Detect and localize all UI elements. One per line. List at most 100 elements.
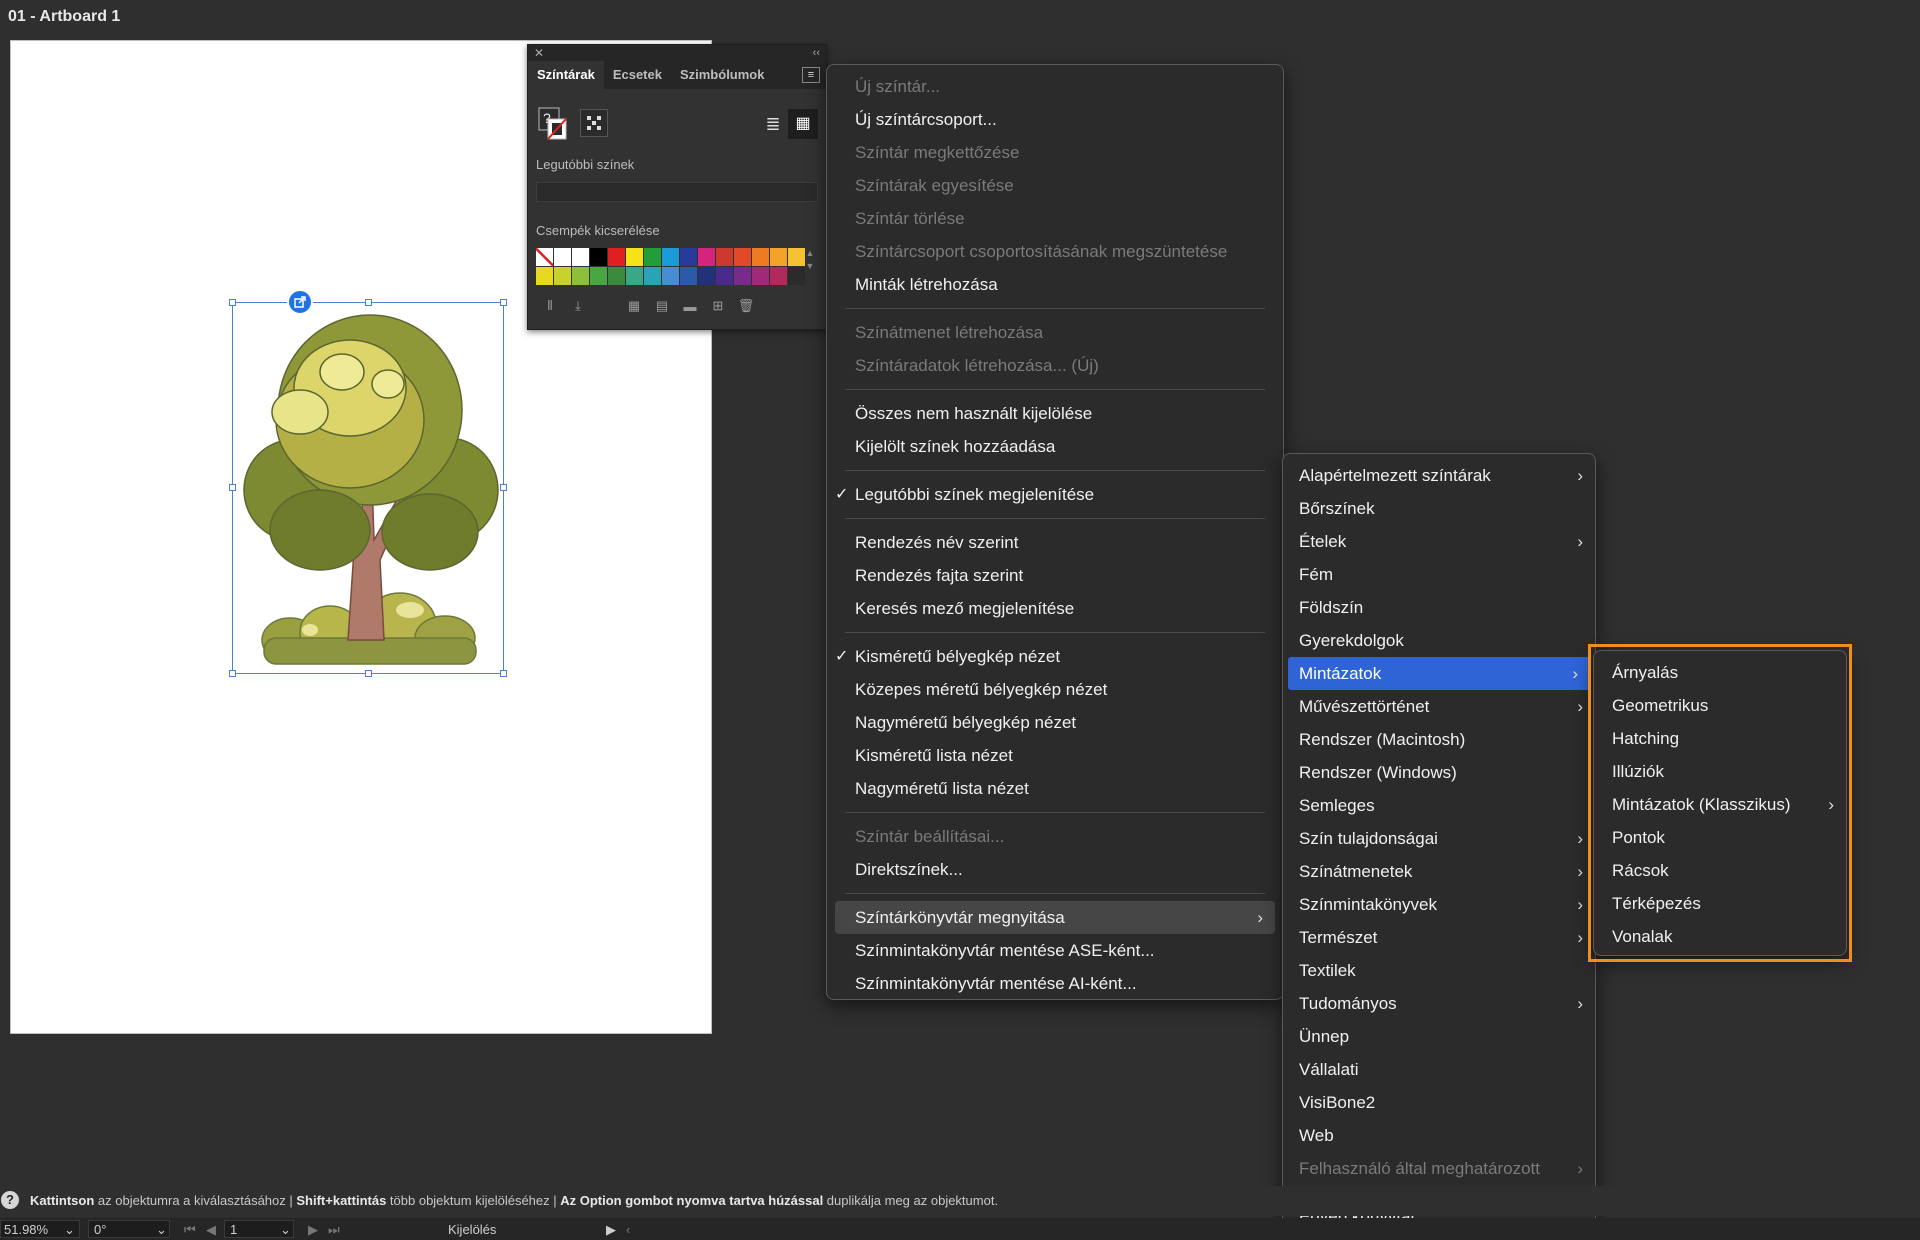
library-menu-item[interactable]: Természet › <box>1283 921 1595 954</box>
library-menu-item[interactable]: Alapértelmezett színtárak › <box>1283 459 1595 492</box>
library-menu-item[interactable]: Tudományos › <box>1283 987 1595 1020</box>
menu-item[interactable]: Direktszínek... <box>827 853 1283 886</box>
tab-brushes[interactable]: Ecsetek <box>604 61 671 89</box>
play-icon[interactable]: ▶ <box>606 1222 616 1238</box>
swatch[interactable] <box>626 267 643 285</box>
swatch[interactable] <box>770 248 787 266</box>
swatch[interactable] <box>608 248 625 266</box>
library-menu-item[interactable]: Rendszer (Windows) <box>1283 756 1595 789</box>
menu-item[interactable]: Nagyméretű bélyegkép nézet <box>827 706 1283 739</box>
last-artboard-icon[interactable]: ⏭ <box>328 1222 340 1238</box>
swatch[interactable] <box>662 248 679 266</box>
swatch-options-icon[interactable]: ▤ <box>648 298 676 314</box>
resize-handle[interactable] <box>500 299 507 306</box>
library-menu-item[interactable]: Színmintakönyvek › <box>1283 888 1595 921</box>
swatch-kind-icon[interactable]: ▦ <box>620 298 648 314</box>
swatch[interactable] <box>590 248 607 266</box>
resize-handle[interactable] <box>229 299 236 306</box>
library-menu-item[interactable]: Bőrszínek <box>1283 492 1595 525</box>
menu-item[interactable]: Rendezés név szerint <box>827 526 1283 559</box>
menu-item[interactable]: Keresés mező megjelenítése <box>827 592 1283 625</box>
library-icon[interactable]: ⫴ <box>536 298 564 314</box>
swatch[interactable] <box>572 248 589 266</box>
resize-handle[interactable] <box>229 484 236 491</box>
swatch[interactable] <box>662 267 679 285</box>
library-menu-item[interactable]: Gyerekdolgok <box>1283 624 1595 657</box>
menu-item[interactable]: Új színtárcsoport... <box>827 103 1283 136</box>
library-menu-item[interactable]: Rendszer (Macintosh) <box>1283 723 1595 756</box>
delete-icon[interactable]: 🗑 <box>732 298 760 314</box>
swatch[interactable] <box>716 267 733 285</box>
tab-symbols[interactable]: Szimbólumok <box>671 61 774 89</box>
swatch[interactable] <box>734 267 751 285</box>
menu-item[interactable]: Színmintakönyvtár mentése AI-ként... <box>827 967 1283 1000</box>
swatch[interactable] <box>554 267 571 285</box>
swatch[interactable] <box>608 267 625 285</box>
library-menu-item[interactable]: Mintázatok › <box>1288 657 1590 690</box>
library-menu-item[interactable]: Fém <box>1283 558 1595 591</box>
swatch[interactable] <box>770 267 787 285</box>
swatch[interactable] <box>680 267 697 285</box>
panel-menu-icon[interactable]: ≡ <box>802 67 820 83</box>
library-menu-item[interactable]: Web <box>1283 1119 1595 1152</box>
resize-handle[interactable] <box>500 484 507 491</box>
previous-artboard-icon[interactable]: ◀ <box>206 1222 216 1238</box>
registration-swatch[interactable] <box>580 109 608 137</box>
swatch[interactable] <box>698 248 715 266</box>
swatch[interactable] <box>680 248 697 266</box>
menu-item[interactable]: Kisméretű lista nézet <box>827 739 1283 772</box>
menu-item[interactable]: ✓ Kisméretű bélyegkép nézet <box>827 640 1283 673</box>
menu-item[interactable]: Színtárkönyvtár megnyitása › <box>835 901 1275 934</box>
library-menu-item[interactable]: Textilek <box>1283 954 1595 987</box>
grid-view-icon[interactable]: ▦ <box>788 109 818 139</box>
library-menu-item[interactable]: VisiBone2 <box>1283 1086 1595 1119</box>
close-icon[interactable]: ✕ <box>534 46 544 60</box>
library-menu-item[interactable]: Szín tulajdonságai › <box>1283 822 1595 855</box>
library-menu-item[interactable]: Ételek › <box>1283 525 1595 558</box>
resize-handle[interactable] <box>365 670 372 677</box>
menu-item[interactable]: Színmintakönyvtár mentése ASE-ként... <box>827 934 1283 967</box>
tab-swatches[interactable]: Színtárak <box>528 61 604 89</box>
resize-handle[interactable] <box>229 670 236 677</box>
swatch[interactable] <box>536 267 553 285</box>
menu-item[interactable]: Kijelölt színek hozzáadása <box>827 430 1283 463</box>
swatch[interactable] <box>698 267 715 285</box>
swatch-scroll-icon[interactable]: ▲ ▼ <box>804 247 816 287</box>
library-menu-item[interactable]: Földszín <box>1283 591 1595 624</box>
quick-action-icon[interactable] <box>287 289 313 315</box>
menu-item[interactable]: Nagyméretű lista nézet <box>827 772 1283 805</box>
library-menu-item[interactable]: Művészettörténet › <box>1283 690 1595 723</box>
selection-bounding-box[interactable] <box>229 299 507 677</box>
list-view-icon[interactable]: ≣ <box>762 113 784 135</box>
menu-item[interactable]: Közepes méretű bélyegkép nézet <box>827 673 1283 706</box>
swatch[interactable] <box>788 267 805 285</box>
swatch[interactable] <box>644 267 661 285</box>
swatch[interactable] <box>752 267 769 285</box>
new-swatch-icon[interactable]: ⊞ <box>704 298 732 314</box>
help-icon[interactable]: ? <box>1 1191 19 1209</box>
swatch[interactable] <box>716 248 733 266</box>
menu-item[interactable]: Minták létrehozása <box>827 268 1283 301</box>
swatch[interactable] <box>590 267 607 285</box>
library-menu-item[interactable]: Semleges <box>1283 789 1595 822</box>
menu-item[interactable]: Összes nem használt kijelölése <box>827 397 1283 430</box>
folder-icon[interactable]: ▬ <box>676 299 704 314</box>
library-menu-item[interactable]: Vállalati <box>1283 1053 1595 1086</box>
swatch[interactable] <box>626 248 643 266</box>
scroll-left-icon[interactable]: ‹ <box>626 1222 630 1237</box>
resize-handle[interactable] <box>365 299 372 306</box>
swatch[interactable] <box>536 248 553 266</box>
menu-item[interactable]: Rendezés fajta szerint <box>827 559 1283 592</box>
next-artboard-icon[interactable]: ▶ <box>308 1222 318 1238</box>
menu-item[interactable]: ✓ Legutóbbi színek megjelenítése <box>827 478 1283 511</box>
library-menu-item[interactable]: Színátmenetek › <box>1283 855 1595 888</box>
swatch[interactable] <box>752 248 769 266</box>
fill-stroke-icon[interactable]: ? <box>538 107 568 141</box>
swatch[interactable] <box>788 248 805 266</box>
swatch[interactable] <box>572 267 589 285</box>
swatch[interactable] <box>554 248 571 266</box>
library-menu-item[interactable]: Ünnep <box>1283 1020 1595 1053</box>
place-icon[interactable]: ⤓ <box>564 298 592 314</box>
swatch[interactable] <box>644 248 661 266</box>
resize-handle[interactable] <box>500 670 507 677</box>
